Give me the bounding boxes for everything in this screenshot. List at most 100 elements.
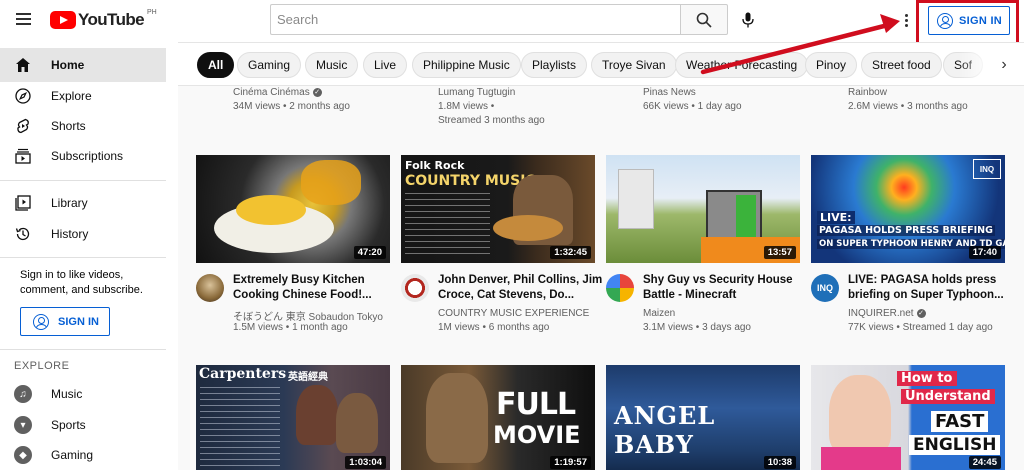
sidebar-item-label: Home (51, 58, 85, 72)
settings-menu-button[interactable] (900, 10, 912, 30)
video-channel[interactable]: Maizen (643, 308, 675, 319)
video-duration: 24:45 (968, 456, 1001, 469)
video-thumbnail[interactable]: INQ LIVE: PAGASA HOLDS PRESS BRIEFING ON… (811, 155, 1005, 263)
video-thumbnail[interactable]: 47:20 (196, 155, 390, 263)
video-duration: 13:57 (763, 246, 796, 259)
video-channel[interactable]: そぼうどん 東京 Sobaudon Tokyo (233, 308, 383, 323)
thumbnail-text: 英語經典 (288, 372, 328, 383)
video-title[interactable]: LIVE: PAGASA holds press briefing on Sup… (848, 273, 1023, 303)
video-stats: 77K views • Streamed 1 day ago (848, 322, 993, 333)
thumbnail-character (736, 195, 756, 239)
video-thumbnail[interactable]: ANGEL BABY 10:38 (606, 365, 800, 470)
thumbnail-guitar (493, 215, 563, 241)
video-thumbnail[interactable]: 13:57 (606, 155, 800, 263)
sidebar-item-history[interactable]: History (0, 217, 166, 251)
video-channel[interactable]: Rainbow (848, 86, 887, 100)
video-duration: 1:19:57 (550, 456, 591, 469)
thumbnail-logo: INQ (973, 159, 1001, 179)
sidebar-item-music[interactable]: ♫ Music (0, 377, 166, 411)
sidebar-item-label: Gaming (51, 448, 94, 462)
chip-live[interactable]: Live (363, 52, 408, 78)
sidebar-divider (0, 349, 166, 350)
chip-weather-forecasting[interactable]: Weather Forecasting (675, 52, 809, 78)
signin-prompt-text: Sign in to like videos, comment, and sub… (20, 269, 143, 296)
sidebar-item-explore[interactable]: Explore (0, 79, 166, 113)
chevron-right-icon[interactable]: › (992, 53, 1016, 77)
video-thumbnail[interactable]: Folk Rock COUNTRY MUSIC 1:32:45 (401, 155, 595, 263)
thumbnail-ladle (301, 160, 361, 205)
channel-avatar[interactable]: INQ (811, 274, 839, 302)
video-channel[interactable]: Cinéma Cinémas ✓ (233, 86, 322, 100)
header-signin-button[interactable]: SIGN IN (928, 6, 1010, 35)
chip-all[interactable]: All (197, 52, 235, 78)
sidebar-item-label: Library (51, 196, 88, 210)
chip-pinoy[interactable]: Pinoy (805, 52, 858, 78)
video-duration: 47:20 (353, 246, 386, 259)
sidebar-item-label: Explore (51, 89, 92, 103)
search-button[interactable] (680, 4, 728, 35)
video-stats: 1.5M views • 1 month ago (233, 322, 348, 333)
sidebar-divider (0, 257, 166, 258)
video-title[interactable]: Extremely Busy Kitchen Cooking Chinese F… (233, 273, 408, 303)
video-stats: 34M views • 2 months ago (233, 101, 350, 112)
video-channel[interactable]: Lumang Tugtugin (438, 86, 515, 100)
microphone-icon (742, 12, 754, 28)
sidebar-item-home[interactable]: Home (0, 48, 166, 82)
header-signin-label: SIGN IN (959, 14, 1003, 27)
chip-street-food[interactable]: Street food (861, 52, 942, 78)
voice-search-button[interactable] (734, 6, 762, 34)
menu-icon[interactable] (16, 13, 31, 25)
music-icon: ♫ (14, 385, 32, 403)
top-header: YouTube PH (0, 0, 1024, 42)
history-icon (14, 225, 32, 243)
sidebar-item-gaming[interactable]: ◆ Gaming (0, 438, 166, 470)
video-thumbnail[interactable]: Carpenters 英語經典 1:03:04 (196, 365, 390, 470)
verified-icon: ✓ (312, 87, 322, 97)
video-channel[interactable]: Pinas News (643, 86, 696, 100)
chip-music[interactable]: Music (305, 52, 359, 78)
thumbnail-text: LIVE: (817, 211, 855, 224)
video-channel[interactable]: INQUIRER.net ✓ (848, 308, 926, 319)
video-title[interactable]: Shy Guy vs Security House Battle - Minec… (643, 273, 818, 303)
channel-avatar[interactable] (401, 274, 429, 302)
video-thumbnail[interactable]: FULL MOVIE 1:19:57 (401, 365, 595, 470)
sidebar-item-label: Shorts (51, 119, 86, 133)
chip-gaming[interactable]: Gaming (237, 52, 302, 78)
chip-bar: All Gaming Music Live Philippine Music P… (178, 42, 1024, 86)
video-stats: 1M views • 6 months ago (438, 322, 550, 333)
search-icon (696, 12, 712, 28)
channel-avatar[interactable] (606, 274, 634, 302)
main-feed: All Gaming Music Live Philippine Music P… (178, 42, 1024, 470)
shorts-icon (14, 117, 32, 135)
youtube-logo-icon (50, 11, 76, 29)
sidebar-divider (0, 180, 166, 181)
chip-playlists[interactable]: Playlists (521, 52, 588, 78)
sidebar-item-sports[interactable]: ▾ Sports (0, 408, 166, 442)
search-box[interactable] (270, 4, 681, 35)
thumbnail-text: FULL (496, 387, 576, 422)
video-channel[interactable]: COUNTRY MUSIC EXPERIENCE (438, 308, 589, 319)
logo-text: YouTube (78, 10, 145, 29)
chip-philippine-music[interactable]: Philippine Music (412, 52, 521, 78)
thumbnail-text: PAGASA HOLDS PRESS BRIEFING (817, 225, 995, 236)
sidebar-item-label: Sports (51, 418, 86, 432)
video-thumbnail[interactable]: How to Understand FAST ENGLISH 24:45 (811, 365, 1005, 470)
sidebar-item-shorts[interactable]: Shorts (0, 109, 166, 143)
chip-troye-sivan[interactable]: Troye Sivan (591, 52, 677, 78)
library-icon (14, 194, 32, 212)
sidebar-item-subscriptions[interactable]: Subscriptions (0, 139, 166, 173)
video-duration: 17:40 (968, 246, 1001, 259)
video-stats: 3.1M views • 3 days ago (643, 322, 751, 333)
search-input[interactable] (271, 5, 681, 34)
sidebar-signin-button[interactable]: SIGN IN (20, 307, 110, 336)
user-circle-icon (33, 313, 49, 330)
video-duration: 1:03:04 (345, 456, 386, 469)
trophy-icon: ▾ (14, 416, 32, 434)
youtube-logo[interactable]: YouTube PH (50, 9, 157, 30)
verified-icon: ✓ (916, 308, 926, 318)
video-duration: 10:38 (763, 456, 796, 469)
channel-avatar[interactable] (196, 274, 224, 302)
sidebar-item-label: Music (51, 387, 83, 401)
video-title[interactable]: John Denver, Phil Collins, Jim Croce, Ca… (438, 273, 613, 303)
sidebar-item-library[interactable]: Library (0, 186, 166, 220)
